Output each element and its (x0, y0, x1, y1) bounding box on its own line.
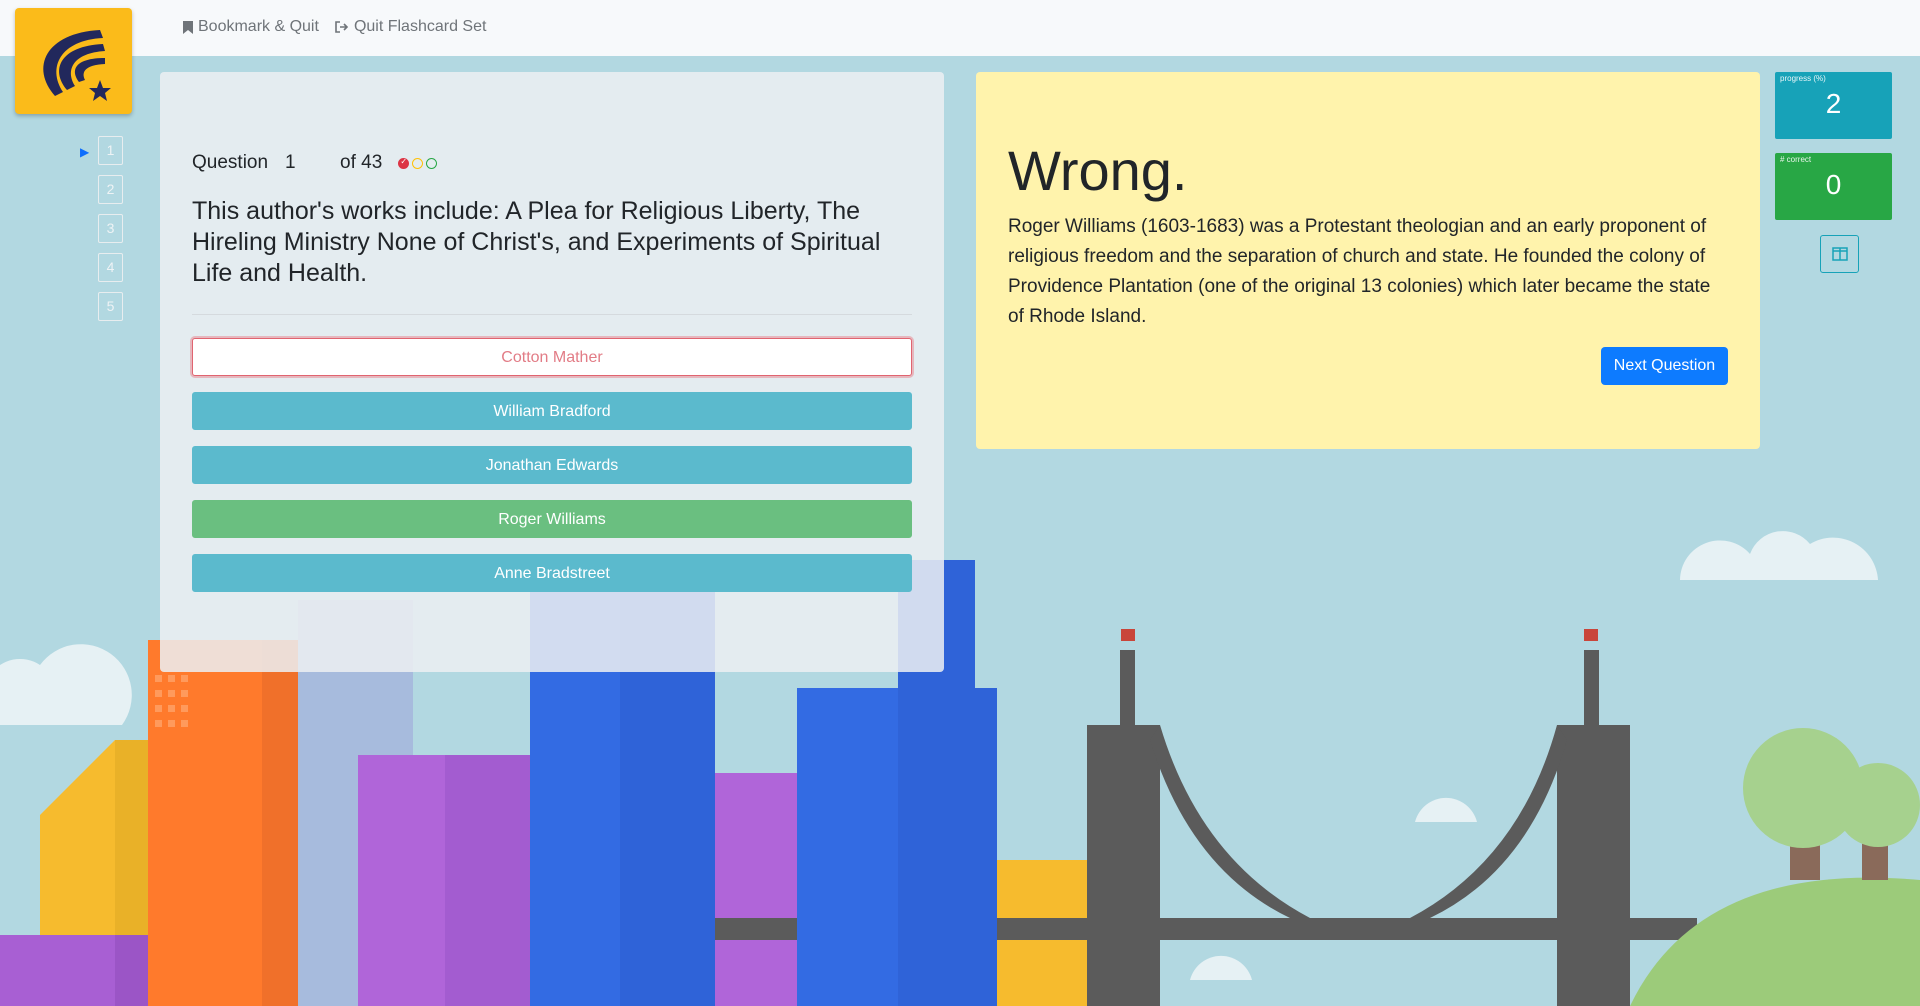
question-card: Question 1 of 43 This author's works inc… (160, 72, 944, 672)
progress-value: 2 (1825, 88, 1842, 119)
bookmark-quit-label: Bookmark & Quit (198, 18, 319, 35)
correct-label: # correct (1780, 155, 1812, 164)
top-nav: Bookmark & Quit Quit Flashcard Set (183, 18, 486, 36)
answer-option[interactable]: Roger Williams (192, 500, 912, 538)
quit-flashcard-label: Quit Flashcard Set (353, 18, 487, 35)
answer-option[interactable]: Cotton Mather (192, 338, 912, 376)
answer-list: Cotton Mather William Bradford Jonathan … (192, 338, 912, 608)
question-nav-item[interactable]: 2 (98, 175, 123, 204)
columns-icon (1831, 247, 1848, 261)
divider (192, 314, 912, 315)
question-total: of 43 (340, 152, 383, 173)
result-explanation: Roger Williams (1603-1683) was a Protest… (1008, 216, 1711, 327)
answer-option[interactable]: Anne Bradstreet (192, 554, 912, 592)
question-nav-item[interactable]: 5 (98, 292, 123, 321)
app-logo[interactable] (15, 8, 132, 114)
progress-stat: progress (%) 2 (1775, 72, 1892, 139)
question-nav-item[interactable]: 4 (98, 253, 123, 282)
pending-status-dot-icon (412, 157, 424, 169)
bookmark-icon (183, 20, 193, 34)
top-bar: Bookmark & Quit Quit Flashcard Set (0, 0, 1920, 56)
correct-status-dot-icon (426, 157, 438, 169)
answer-option[interactable]: Jonathan Edwards (192, 446, 912, 484)
sign-out-icon (335, 21, 349, 33)
current-question-arrow-icon: ▶ (80, 145, 90, 159)
toggle-layout-button[interactable] (1820, 235, 1859, 273)
correct-stat: # correct 0 (1775, 153, 1892, 220)
question-label: Question (192, 152, 269, 173)
question-nav: ▶ 1 2 3 4 5 (80, 136, 123, 331)
question-text: This author's works include: A Plea for … (192, 197, 881, 287)
result-title: Wrong. (1008, 139, 1188, 202)
quit-flashcard-link[interactable]: Quit Flashcard Set (335, 18, 487, 36)
logo-mark-icon (43, 30, 111, 101)
correct-value: 0 (1825, 169, 1842, 200)
question-header: Question 1 of 43 (192, 152, 438, 174)
question-nav-item[interactable]: 1 (98, 136, 123, 165)
wrong-status-dot-icon (398, 157, 410, 169)
next-question-button[interactable]: Next Question (1601, 347, 1728, 385)
answer-status-dots (398, 157, 438, 169)
question-nav-item[interactable]: 3 (98, 214, 123, 243)
result-card: Wrong. Roger Williams (1603-1683) was a … (976, 72, 1760, 449)
question-number: 1 (285, 152, 296, 173)
answer-option[interactable]: William Bradford (192, 392, 912, 430)
bookmark-quit-link[interactable]: Bookmark & Quit (183, 18, 319, 36)
progress-label: progress (%) (1780, 74, 1826, 83)
